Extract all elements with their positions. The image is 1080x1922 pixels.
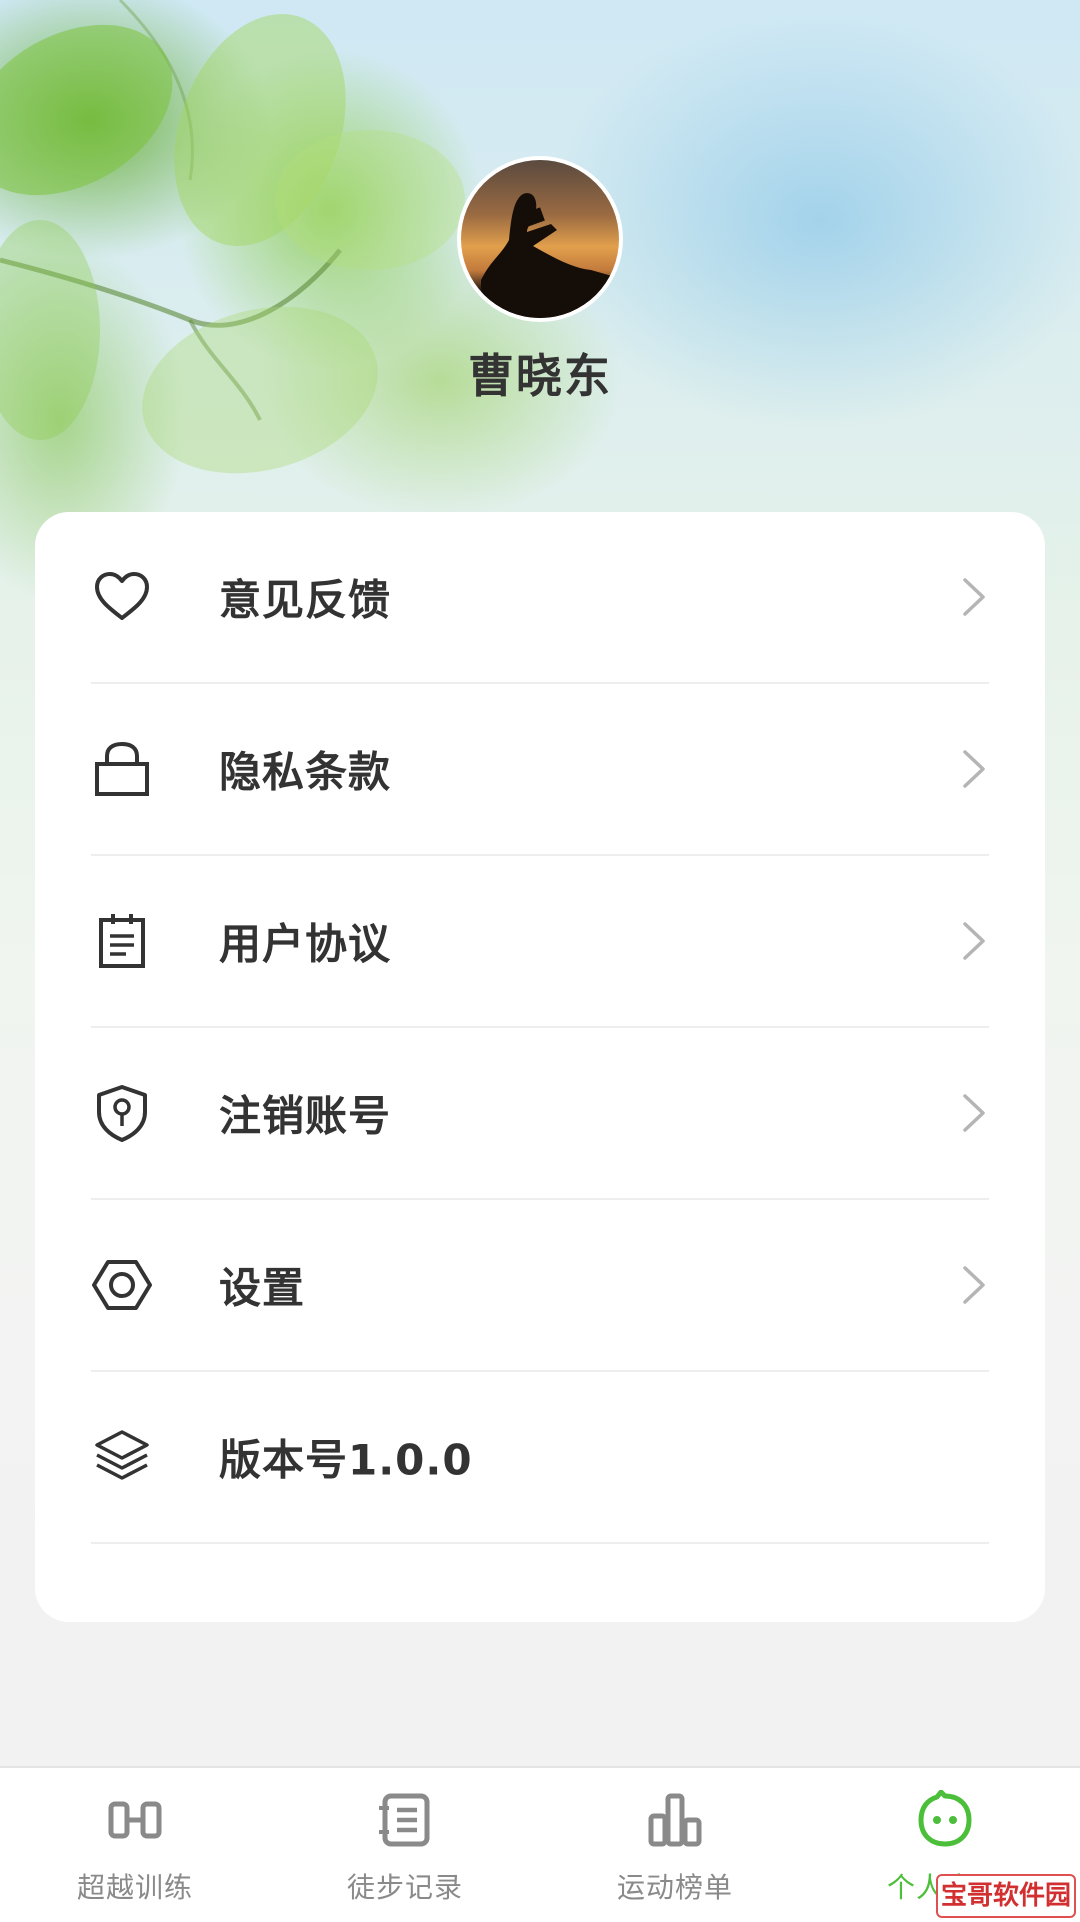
shield-key-icon — [97, 1085, 147, 1142]
tab-training[interactable]: 超越训练 — [0, 1768, 270, 1922]
menu-item-feedback[interactable]: 意见反馈 — [91, 512, 989, 684]
chevron-right-icon — [963, 1266, 985, 1304]
avatar[interactable] — [457, 156, 623, 322]
menu-item-privacy[interactable]: 隐私条款 — [91, 684, 989, 856]
menu-item-version: 版本号1.0.0 — [91, 1372, 989, 1544]
chevron-right-icon — [963, 578, 985, 616]
menu-card: 意见反馈 隐私条款 用户协议 注销账号 设置 版本号1.0.0 — [35, 512, 1045, 1622]
chevron-right-icon — [963, 750, 985, 788]
layers-icon — [95, 1430, 149, 1480]
menu-item-label: 注销账号 — [219, 1091, 392, 1141]
lock-icon — [95, 741, 149, 796]
menu-item-user-agreement[interactable]: 用户协议 — [91, 856, 989, 1028]
bottom-tab-bar: 超越训练 徒步记录 运动榜单 个人中心 — [0, 1766, 1080, 1922]
bar-chart-icon — [648, 1793, 702, 1847]
menu-item-label: 设置 — [219, 1263, 306, 1313]
chevron-right-icon — [963, 922, 985, 960]
version-label: 版本号1.0.0 — [219, 1435, 473, 1485]
tab-label: 徒步记录 — [346, 1871, 463, 1904]
reading-silhouette-icon — [481, 193, 619, 318]
username: 曹晓东 — [468, 349, 612, 403]
smiley-icon — [918, 1790, 972, 1847]
menu-item-label: 意见反馈 — [219, 575, 392, 625]
avatar-image — [461, 160, 619, 318]
notebook-icon — [379, 1793, 430, 1847]
menu-item-settings[interactable]: 设置 — [91, 1200, 989, 1372]
hexagon-settings-icon — [92, 1260, 152, 1310]
tab-label: 超越训练 — [76, 1871, 193, 1904]
tab-hiking-records[interactable]: 徒步记录 — [270, 1768, 540, 1922]
document-icon — [99, 914, 145, 968]
tab-label: 运动榜单 — [616, 1871, 733, 1904]
watermark-logo: 宝哥软件园 — [936, 1874, 1076, 1918]
tab-sports-ranking[interactable]: 运动榜单 — [540, 1768, 810, 1922]
menu-item-delete-account[interactable]: 注销账号 — [91, 1028, 989, 1200]
chevron-right-icon — [963, 1094, 985, 1132]
heart-icon — [95, 572, 149, 620]
menu-item-label: 用户协议 — [219, 919, 392, 969]
menu-item-label: 隐私条款 — [219, 747, 392, 797]
training-icon — [108, 1801, 162, 1839]
